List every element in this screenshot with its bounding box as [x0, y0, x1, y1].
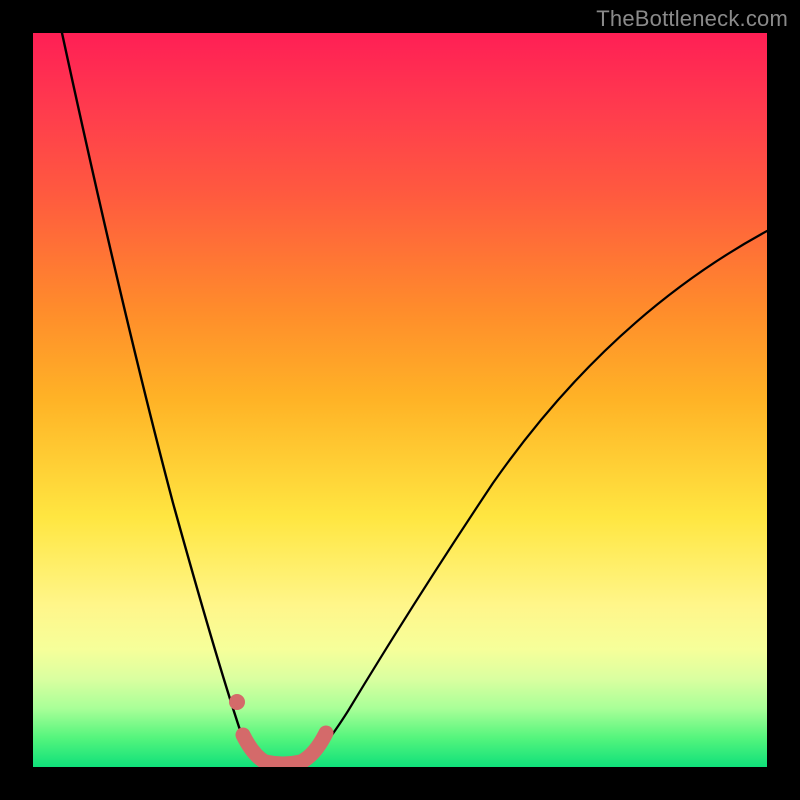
chart-frame: TheBottleneck.com — [0, 0, 800, 800]
plot-area — [33, 33, 767, 767]
watermark-text: TheBottleneck.com — [596, 6, 788, 32]
left-knee-dot — [229, 694, 245, 710]
bottom-highlight-stroke — [243, 733, 326, 764]
curve-layer — [33, 33, 767, 767]
curve-left-branch — [62, 33, 261, 764]
curve-right-branch — [305, 231, 767, 764]
